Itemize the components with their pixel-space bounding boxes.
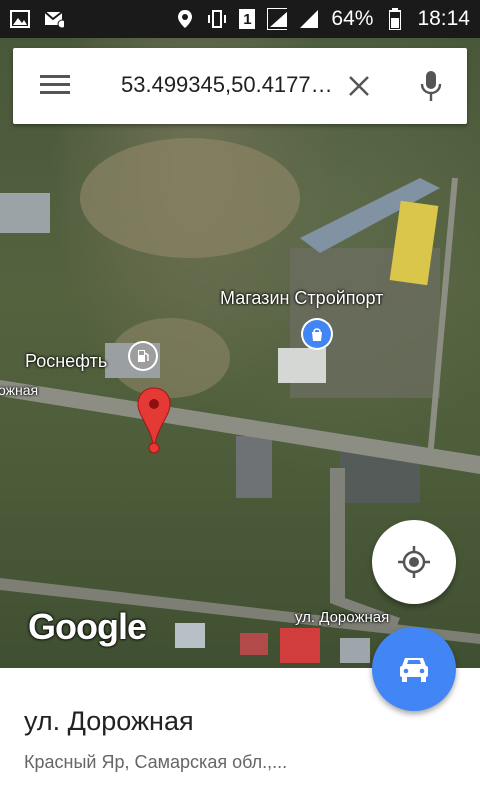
car-icon (400, 658, 428, 682)
google-logo: Google (28, 606, 147, 647)
my-location-icon (398, 546, 430, 578)
road-label-left: ожная (0, 382, 39, 398)
sim-icon: 1 (239, 9, 256, 29)
sim-label: 1 (243, 10, 252, 28)
store-label[interactable]: Магазин Стройпорт (220, 288, 383, 309)
mic-icon[interactable] (420, 70, 442, 107)
vibrate-icon (207, 9, 227, 29)
menu-icon[interactable] (40, 73, 70, 102)
location-icon (175, 9, 195, 29)
place-subtitle: Красный Яр, Самарская обл.,... (24, 752, 288, 772)
search-bar[interactable]: 53.499345,50.4177… (13, 48, 467, 124)
image-icon (10, 9, 30, 29)
battery-icon (385, 8, 405, 30)
gas-station-label[interactable]: Роснефть (25, 351, 107, 372)
signal-icon (267, 8, 288, 30)
close-icon[interactable] (348, 75, 370, 102)
battery-percent: 64% (331, 7, 374, 30)
directions-button[interactable] (372, 627, 456, 711)
place-title: ул. Дорожная (24, 706, 194, 736)
signal-icon (299, 9, 319, 29)
clock: 18:14 (417, 7, 470, 30)
search-input[interactable]: 53.499345,50.4177… (121, 72, 333, 98)
road-label-bottom: ул. Дорожная (295, 609, 390, 626)
store-poi-icon[interactable] (303, 320, 331, 348)
messages-icon (44, 9, 64, 29)
status-bar: 1 64% 18:14 (0, 0, 480, 38)
gas-station-poi-icon[interactable] (130, 343, 156, 369)
my-location-button[interactable] (372, 520, 456, 604)
location-pin-icon[interactable] (136, 386, 172, 461)
